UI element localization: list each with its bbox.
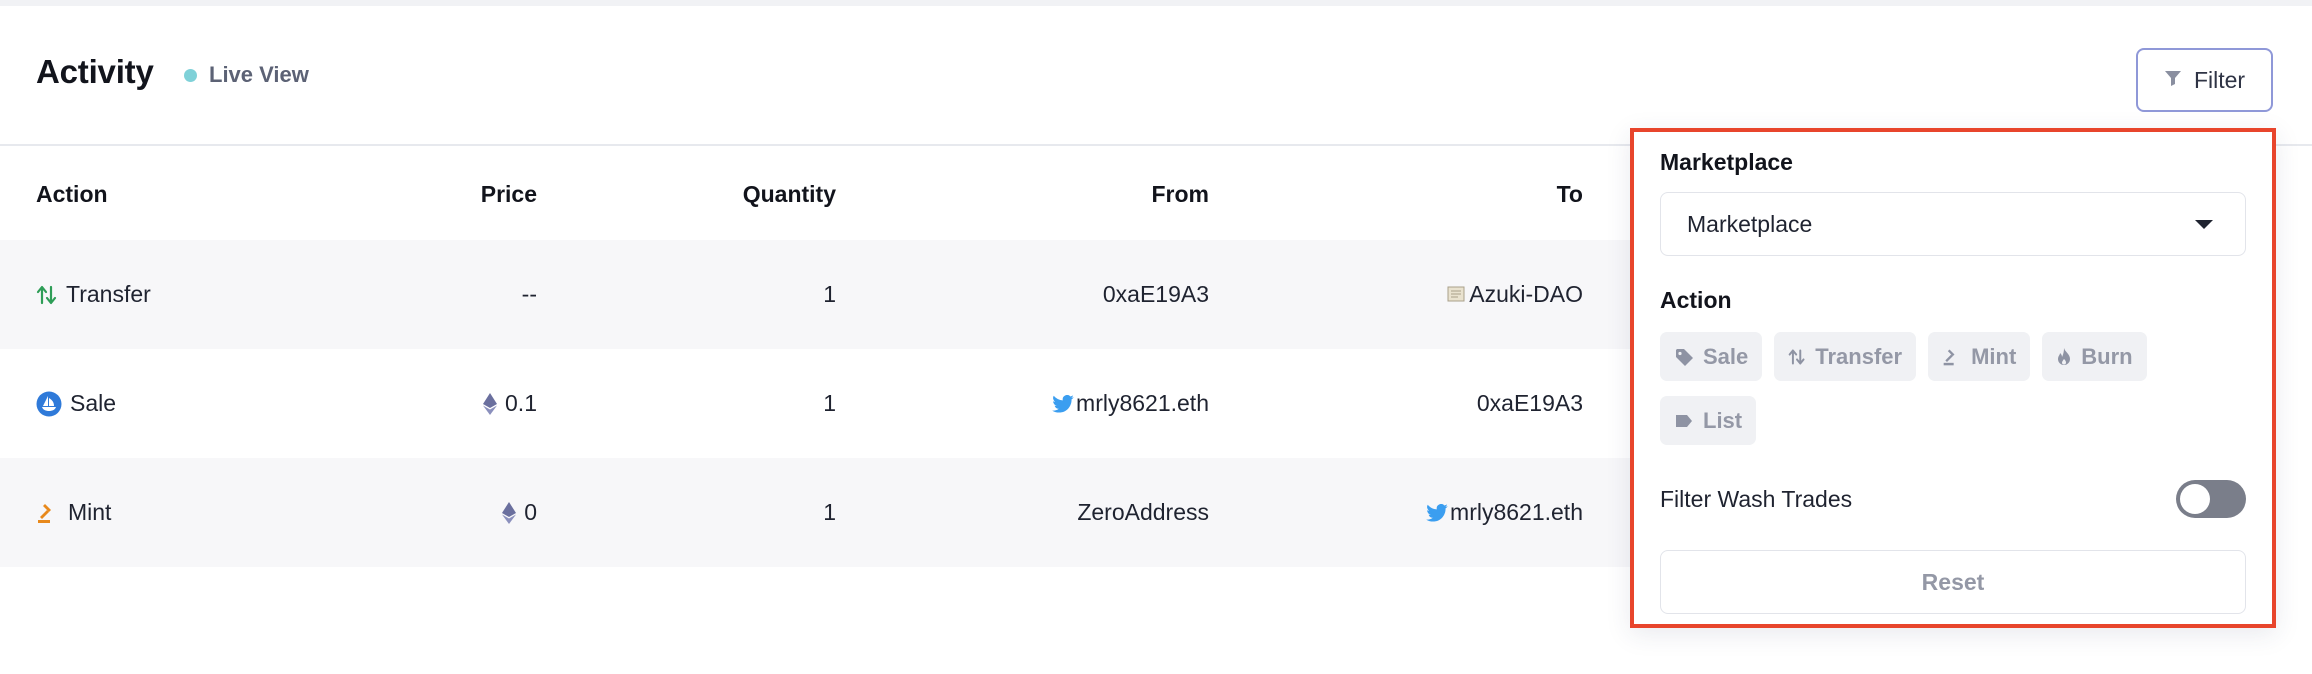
quantity-cell: 1 xyxy=(823,281,836,307)
to-address-link[interactable]: mrly8621.eth xyxy=(1426,458,1583,567)
filter-button-label: Filter xyxy=(2193,66,2246,93)
twitter-icon xyxy=(1426,503,1448,522)
to-address-link[interactable]: 0xaE19A3 xyxy=(1477,349,1583,458)
from-address-label: mrly8621.eth xyxy=(1076,390,1209,416)
table-row[interactable]: Transfer -- 1 0xaE19A3 Azuki-DAO xyxy=(0,240,1640,349)
action-label: Transfer xyxy=(66,281,151,307)
to-address-label: mrly8621.eth xyxy=(1450,499,1583,525)
action-cell: Sale xyxy=(36,349,116,458)
table-header-row: Action Price Quantity From To xyxy=(0,148,1640,240)
live-view-indicator[interactable]: Live View xyxy=(184,62,309,88)
wash-trades-row: Filter Wash Trades xyxy=(1660,480,2246,520)
activity-table: Action Price Quantity From To Transfer -… xyxy=(0,148,1640,567)
caret-down-icon xyxy=(2195,220,2213,229)
marketplace-select[interactable]: Marketplace xyxy=(1660,192,2246,256)
table-row[interactable]: Sale 0.1 1 mrly8621.eth 0xaE19A3 xyxy=(0,349,1640,458)
live-status-dot-icon xyxy=(184,68,197,82)
price-cell: 0 xyxy=(502,458,537,567)
price-value: 0 xyxy=(524,499,537,525)
price-cell: -- xyxy=(521,281,537,307)
column-header-from[interactable]: From xyxy=(1152,148,1210,240)
to-address-label: Azuki-DAO xyxy=(1469,281,1583,307)
from-address-link[interactable]: mrly8621.eth xyxy=(1052,349,1209,458)
chip-label: Transfer xyxy=(1815,343,1903,369)
page-header: Activity Live View Filter xyxy=(0,6,2312,146)
action-chip-transfer[interactable]: Transfer xyxy=(1774,332,1917,381)
transfer-arrows-icon xyxy=(1788,346,1806,368)
quantity-cell: 1 xyxy=(823,499,836,525)
chip-label: Mint xyxy=(1971,343,2017,369)
action-chip-group: Sale Transfer Mint Burn List xyxy=(1660,332,2246,445)
action-chip-sale[interactable]: Sale xyxy=(1660,332,1763,381)
action-label: Mint xyxy=(68,499,112,525)
wash-trades-label: Filter Wash Trades xyxy=(1660,486,1853,512)
from-address-link[interactable]: 0xaE19A3 xyxy=(1103,240,1209,349)
toggle-knob xyxy=(2180,484,2210,514)
gavel-icon xyxy=(1942,347,1962,367)
gavel-icon xyxy=(36,502,60,524)
marketplace-heading: Marketplace xyxy=(1660,149,1793,175)
live-view-label: Live View xyxy=(209,62,309,87)
scroll-icon xyxy=(1445,285,1467,305)
action-heading: Action xyxy=(1660,287,1732,313)
transfer-arrows-icon xyxy=(36,283,58,307)
column-header-quantity[interactable]: Quantity xyxy=(743,148,836,240)
table-row[interactable]: Mint 0 1 ZeroAddress mrly8621.eth xyxy=(0,458,1640,567)
filter-panel: Marketplace Marketplace Action Sale Tran… xyxy=(1630,128,2276,628)
page-title: Activity xyxy=(36,53,154,90)
action-chip-mint[interactable]: Mint xyxy=(1928,332,2031,381)
price-cell: 0.1 xyxy=(483,349,537,458)
from-address-link[interactable]: ZeroAddress xyxy=(1077,458,1209,567)
reset-button[interactable]: Reset xyxy=(1660,550,2246,614)
filter-button[interactable]: Filter xyxy=(2136,48,2273,112)
column-header-action[interactable]: Action xyxy=(36,148,108,240)
label-icon xyxy=(1674,413,1694,429)
action-chip-burn[interactable]: Burn xyxy=(2042,332,2147,381)
chip-label: List xyxy=(1703,407,1743,433)
action-label: Sale xyxy=(70,390,117,416)
quantity-cell: 1 xyxy=(823,390,836,416)
column-header-price[interactable]: Price xyxy=(481,148,537,240)
opensea-icon xyxy=(36,391,62,417)
ethereum-icon xyxy=(502,501,517,524)
twitter-icon xyxy=(1052,394,1074,413)
action-cell: Transfer xyxy=(36,240,151,349)
action-cell: Mint xyxy=(36,458,111,567)
flame-icon xyxy=(2056,347,2072,367)
wash-trades-toggle[interactable] xyxy=(2176,480,2246,518)
to-address-link[interactable]: Azuki-DAO xyxy=(1445,240,1583,349)
column-header-to[interactable]: To xyxy=(1557,148,1583,240)
funnel-icon xyxy=(2164,69,2182,92)
chip-label: Sale xyxy=(1703,343,1749,369)
price-value: 0.1 xyxy=(505,390,537,416)
marketplace-select-value: Marketplace xyxy=(1687,210,1813,237)
chip-label: Burn xyxy=(2081,343,2133,369)
action-chip-list[interactable]: List xyxy=(1660,396,1757,445)
tag-icon xyxy=(1674,347,1694,367)
ethereum-icon xyxy=(483,392,498,415)
